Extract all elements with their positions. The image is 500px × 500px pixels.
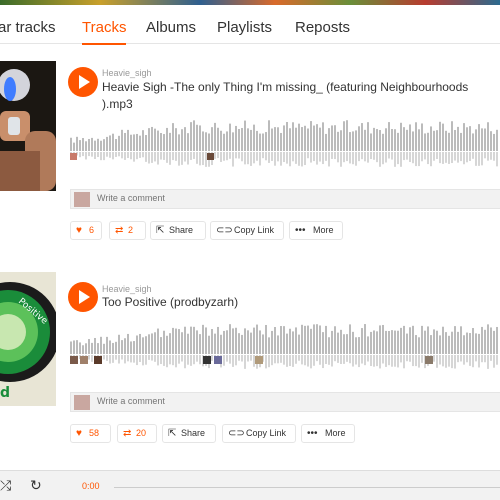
commenter-avatar[interactable] (70, 356, 78, 364)
repost-count: 20 (136, 428, 147, 438)
repost-count: 2 (128, 225, 134, 235)
like-button[interactable]: ♥ 58 (70, 424, 111, 443)
tab-reposts[interactable]: Reposts (295, 19, 350, 36)
comment-box[interactable] (70, 392, 500, 412)
profile-tabs: ar tracks Tracks Albums Playlists Repost… (0, 14, 500, 45)
commenter-avatar[interactable] (207, 153, 214, 160)
comment-box[interactable] (70, 189, 500, 209)
like-count: 6 (89, 225, 95, 235)
track-uploader[interactable]: Heavie_sigh (102, 284, 152, 294)
user-avatar (74, 395, 90, 410)
share-button[interactable]: ⇱ Share (150, 221, 206, 240)
commenter-avatar[interactable] (203, 356, 211, 364)
share-icon: ⇱ (156, 225, 165, 236)
svg-text:d: d (0, 385, 10, 401)
share-button[interactable]: ⇱ Share (162, 424, 216, 443)
waveform-bars[interactable] (70, 322, 500, 370)
more-icon: ••• (307, 428, 318, 439)
waveform[interactable] (70, 118, 500, 168)
copy-link-label: Copy Link (234, 225, 275, 235)
user-avatar (74, 192, 90, 207)
more-button[interactable]: ••• More (289, 221, 343, 240)
heart-icon: ♥ (76, 428, 82, 439)
tab-albums[interactable]: Albums (146, 19, 196, 36)
waveform-bars[interactable] (70, 118, 500, 168)
play-button[interactable] (68, 282, 98, 312)
play-button[interactable] (68, 67, 98, 97)
like-button[interactable]: ♥ 6 (70, 221, 102, 240)
share-label: Share (169, 225, 194, 235)
comment-input[interactable] (97, 193, 477, 203)
track-artwork[interactable]: Positive d (0, 272, 56, 406)
waveform[interactable] (70, 322, 500, 370)
progress-bar[interactable] (114, 487, 500, 488)
share-icon: ⇱ (168, 428, 177, 439)
more-label: More (313, 225, 334, 235)
commenter-avatar[interactable] (70, 153, 77, 160)
comment-input[interactable] (97, 396, 477, 406)
top-banner-strip (0, 0, 500, 5)
link-icon: ⊂⊃ (228, 428, 245, 439)
track-title[interactable]: Too Positive (prodbyzarh) (102, 294, 497, 311)
link-icon: ⊂⊃ (216, 225, 233, 236)
current-time: 0:00 (82, 481, 100, 491)
commenter-avatar[interactable] (94, 356, 102, 364)
tab-playlists[interactable]: Playlists (217, 19, 272, 36)
repeat-icon[interactable]: ↻ (30, 477, 42, 494)
heart-icon: ♥ (76, 225, 82, 236)
commenter-avatar[interactable] (425, 356, 433, 364)
share-label: Share (181, 428, 206, 438)
track-title[interactable]: Heavie Sigh -The only Thing I'm missing_… (102, 79, 497, 113)
copy-link-button[interactable]: ⊂⊃ Copy Link (222, 424, 296, 443)
shuffle-icon[interactable]: ⤮ (0, 477, 11, 494)
like-count: 58 (89, 428, 100, 438)
repost-button[interactable]: ⇄ 2 (109, 221, 146, 240)
more-label: More (325, 428, 346, 438)
tab-popular-tracks[interactable]: ar tracks (0, 19, 56, 36)
more-button[interactable]: ••• More (301, 424, 355, 443)
more-icon: ••• (295, 225, 306, 236)
commenter-avatar[interactable] (214, 356, 222, 364)
repost-button[interactable]: ⇄ 20 (117, 424, 157, 443)
tab-tracks[interactable]: Tracks (82, 19, 127, 45)
commenter-avatar[interactable] (80, 356, 88, 364)
commenter-avatar[interactable] (255, 356, 263, 364)
track-artwork[interactable] (0, 61, 56, 191)
repost-icon: ⇄ (123, 428, 132, 439)
copy-link-button[interactable]: ⊂⊃ Copy Link (210, 221, 284, 240)
repost-icon: ⇄ (115, 225, 124, 236)
playback-bar: ⤮ ↻ 0:00 (0, 470, 500, 500)
copy-link-label: Copy Link (246, 428, 287, 438)
track-uploader[interactable]: Heavie_sigh (102, 68, 152, 78)
